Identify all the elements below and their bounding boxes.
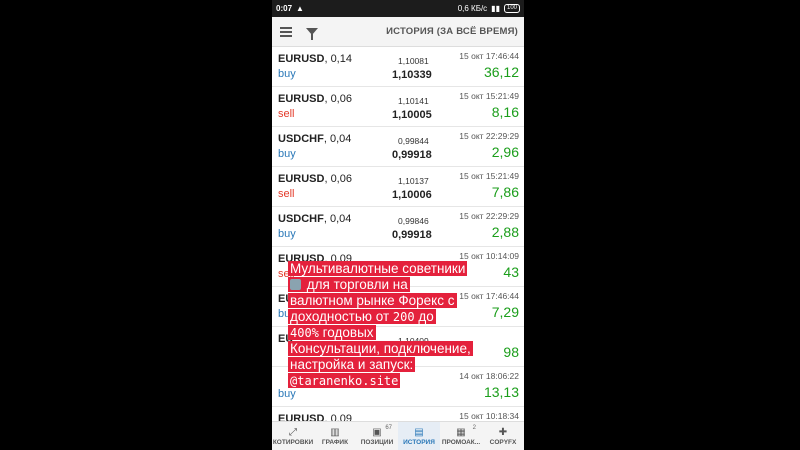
status-bar: 0:07 ▲ 0,6 КБ/с ▮▮ 100 — [272, 0, 524, 17]
trade-symbol: USDCHF, 0,04 — [278, 133, 351, 145]
trade-date: 15 окт 22:29:29 — [459, 211, 519, 221]
status-time: 0:07 — [276, 4, 293, 13]
overlay-line-4c: до — [418, 309, 434, 324]
trade-symbol-code: EURUSD — [278, 173, 325, 185]
trade-close-price: 0,99918 — [392, 149, 432, 161]
promo-overlay-text: Мультивалютные советники для торговли на… — [288, 261, 518, 389]
tab-3[interactable]: ▤ ИСТОРИЯ — [398, 422, 440, 450]
trade-volume: , 0,04 — [323, 133, 352, 145]
tab-icon: ✚ — [498, 426, 508, 438]
trade-profit: 8,16 — [491, 104, 519, 120]
tab-icon: ⤢ — [289, 426, 297, 438]
signal-icon: ▮▮ — [491, 4, 500, 13]
trade-symbol: EURUSD, 0,06 — [278, 173, 352, 185]
overlay-line-7: настройка и запуск: — [290, 357, 414, 372]
trade-profit: 7,86 — [491, 184, 519, 200]
trade-symbol-code: EURUSD — [278, 93, 325, 105]
bottom-tab-bar: ⤢ КОТИРОВКИ ▥ ГРАФИК ▣ ПОЗИЦИИ 67 ▤ ИСТОРИЯ ▦ ПРОМ… — [272, 421, 524, 450]
trade-profit: 2,88 — [491, 224, 519, 240]
tab-badge: 2 — [472, 425, 476, 431]
trade-open-price: 1,10137 — [398, 176, 429, 186]
trade-direction: sell — [278, 108, 295, 120]
overlay-line-6: Консультации, подключение, — [290, 341, 471, 356]
trade-direction: buy — [278, 148, 296, 160]
trade-direction: buy — [278, 228, 296, 240]
trade-open-price: 0,99846 — [398, 216, 429, 226]
trade-symbol-code: EURUSD — [278, 413, 325, 421]
trade-open-price: 1,10081 — [398, 56, 429, 66]
overlay-line-5b: годовых — [322, 325, 374, 340]
tab-icon: ▥ — [330, 426, 340, 438]
trade-close-price: 1,10005 — [392, 109, 432, 121]
trade-close-price: 0,99918 — [392, 229, 432, 241]
robot-emoji-icon — [290, 279, 301, 290]
trade-symbol-code: USDCHF — [278, 133, 324, 145]
tab-label: ПОЗИЦИИ — [360, 438, 394, 446]
trade-profit: 36,12 — [483, 64, 519, 80]
trade-row[interactable]: USDCHF, 0,04 buy 0,99846 0,99918 15 окт 22:2… — [272, 207, 524, 247]
trade-date: 15 окт 17:46:44 — [459, 51, 519, 61]
trade-date: 15 окт 15:21:49 — [459, 171, 519, 181]
page-title[interactable]: ИСТОРИЯ (ЗА ВСЁ ВРЕМЯ) — [386, 26, 518, 37]
tab-0[interactable]: ⤢ КОТИРОВКИ — [272, 422, 314, 450]
tab-4[interactable]: ▦ ПРОМОАК... 2 — [440, 422, 482, 450]
trade-direction: buy — [278, 68, 296, 80]
filter-icon[interactable] — [306, 28, 318, 40]
trade-volume: , 0,14 — [324, 53, 352, 65]
trade-row[interactable]: EURUSD, 0,14 buy 1,10081 1,10339 15 окт 17:4… — [272, 47, 524, 87]
tab-icon: ▤ — [414, 426, 424, 438]
trade-row[interactable]: EURUSD, 0,06 sell 1,10137 1,10006 15 окт 15:… — [272, 167, 524, 207]
tab-badge: 67 — [385, 425, 392, 431]
overlay-line-4b: 200 — [392, 310, 415, 324]
tab-label: ИСТОРИЯ — [403, 438, 435, 446]
trade-date: 15 окт 22:29:29 — [459, 131, 519, 141]
tab-label: ПРОМОАК... — [441, 438, 481, 446]
trade-profit: 2,96 — [491, 144, 519, 160]
overlay-line-5a: 400% — [290, 326, 319, 340]
tab-5[interactable]: ✚ COPYFX — [482, 422, 524, 450]
battery-icon: 100 — [503, 4, 520, 13]
tab-icon: ▣ — [372, 426, 382, 438]
trade-volume: , 0,06 — [324, 93, 352, 105]
trade-row[interactable]: EURUSD, 0,06 sell 1,10141 1,10005 15 окт 15:… — [272, 87, 524, 127]
trade-row[interactable]: USDCHF, 0,04 buy 0,99844 0,99918 15 окт 22:2… — [272, 127, 524, 167]
trade-date: 15 окт 10:18:34 — [459, 411, 519, 421]
trade-date: 15 окт 10:14:09 — [459, 251, 519, 261]
trade-direction: sell — [278, 188, 295, 200]
menu-icon[interactable] — [280, 26, 292, 37]
trade-close-price: 1,10006 — [392, 189, 432, 201]
tab-icon: ▦ — [456, 426, 466, 438]
tab-2[interactable]: ▣ ПОЗИЦИИ 67 — [356, 422, 398, 450]
trade-close-price: 1,10339 — [392, 69, 432, 81]
trade-volume: , 0,06 — [324, 173, 352, 185]
overlay-line-1: Мультивалютные советники — [290, 261, 466, 276]
overlay-link[interactable]: @taranenko.site — [290, 374, 398, 388]
trade-open-price: 0,99844 — [398, 136, 429, 146]
trade-symbol-code: EURUSD — [278, 53, 325, 65]
overlay-line-4a: доходностью от — [290, 309, 390, 324]
trade-symbol: EURUSD, 0,09 — [278, 413, 352, 421]
trade-date: 15 окт 15:21:49 — [459, 91, 519, 101]
trade-open-price: 1,10141 — [398, 96, 429, 106]
trade-row[interactable]: EURUSD, 0,09 15 окт 10:18:34 — [272, 407, 524, 421]
trade-volume: , 0,04 — [323, 213, 352, 225]
trade-direction: buy — [278, 388, 296, 400]
trade-symbol: EURUSD, 0,14 — [278, 53, 352, 65]
trade-symbol-code: USDCHF — [278, 213, 324, 225]
network-speed: 0,6 КБ/с — [457, 4, 488, 13]
tab-label: ГРАФИК — [321, 438, 349, 446]
tab-label: КОТИРОВКИ — [272, 438, 314, 446]
trade-volume: , 0,09 — [324, 413, 352, 421]
trade-symbol: USDCHF, 0,04 — [278, 213, 351, 225]
tab-1[interactable]: ▥ ГРАФИК — [314, 422, 356, 450]
overlay-line-2: для торговли на — [306, 277, 408, 292]
trade-symbol: EURUSD, 0,06 — [278, 93, 352, 105]
app-bar: ИСТОРИЯ (ЗА ВСЁ ВРЕМЯ) — [272, 17, 524, 47]
warning-icon: ▲ — [296, 4, 304, 13]
overlay-line-3: валютном рынке Форекс с — [290, 293, 455, 308]
tab-label: COPYFX — [489, 438, 517, 446]
